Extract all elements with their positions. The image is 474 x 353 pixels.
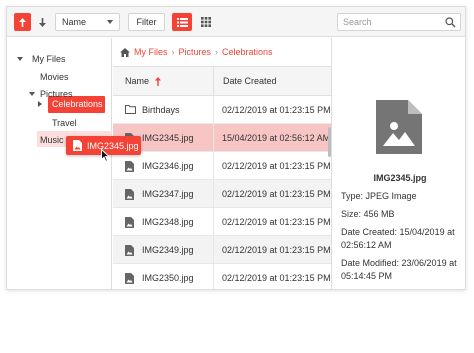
search-input[interactable] [338,14,438,30]
image-file-icon [125,161,134,172]
search-icon[interactable] [445,17,456,28]
preview-file-name: IMG2345.jpg [373,173,427,183]
tree-node-movies[interactable]: Movies [40,70,69,84]
tree-node-label: Celebrations [52,99,103,109]
file-date: 02/12/2019 at 01:23:15 PM [222,217,331,227]
table-row[interactable]: IMG2350.jpg 02/12/2019 at 01:23:15 PM [113,264,331,289]
preview-type: Type: JPEG Image [341,191,417,201]
file-date: 15/04/2019 at 02:56:12 AM [222,133,331,143]
file-date: 02/12/2019 at 01:23:15 PM [222,161,331,171]
filter-button-label: Filter [136,17,157,27]
tree-node-label: My Files [32,54,66,64]
tree-node-music[interactable]: Music [40,133,64,147]
mouse-cursor-icon [101,149,110,162]
tree-node-label: Movies [40,72,69,82]
sort-field-dropdown[interactable]: Name [55,13,120,31]
sort-descending-button[interactable] [34,13,51,31]
column-divider[interactable] [213,67,214,96]
table-row[interactable]: IMG2347.jpg 02/12/2019 at 01:23:15 PM [113,180,331,208]
column-divider [213,124,214,152]
chevron-down-icon[interactable] [17,57,23,61]
thumbnails-view-button[interactable] [196,13,216,31]
file-date: 02/12/2019 at 01:23:15 PM [222,273,331,283]
file-date: 02/12/2019 at 01:23:15 PM [222,189,331,199]
search-box[interactable] [337,13,461,31]
file-name: Birthdays [142,105,180,115]
file-name: IMG2348.jpg [142,217,194,227]
breadcrumb-item[interactable]: My Files [134,47,168,57]
image-file-icon [73,140,82,151]
grid-view-icon [201,17,211,27]
arrow-down-icon [39,17,46,27]
tree-node-label: Music [40,135,64,145]
tree-node-travel[interactable]: Travel [52,116,77,130]
column-header-name[interactable]: Name [125,67,149,96]
tree-node-my-files[interactable]: My Files [17,52,107,66]
sort-ascending-button[interactable] [14,13,31,31]
file-name: IMG2347.jpg [142,189,194,199]
chevron-right-icon[interactable] [38,101,42,107]
tree-node-celebrations[interactable]: Celebrations [38,97,108,111]
file-grid: Name Date Created Birthdays 02/12/2019 a… [113,66,331,289]
toolbar: Name Filter [7,7,465,37]
tree-node-label: Travel [52,118,77,128]
preview-size: Size: 456 MB [341,209,395,219]
home-icon[interactable] [120,47,130,57]
folder-icon [125,105,136,114]
column-divider [213,152,214,180]
file-date: 02/12/2019 at 01:23:15 PM [222,245,331,255]
image-file-icon [125,273,134,284]
file-name: IMG2350.jpg [142,273,194,283]
column-header-date[interactable]: Date Created [223,67,277,96]
breadcrumb-item[interactable]: Celebrations [222,47,273,57]
table-row[interactable]: IMG2348.jpg 02/12/2019 at 01:23:15 PM [113,208,331,236]
chevron-down-icon [107,20,113,24]
image-file-icon [125,245,134,256]
chevron-down-icon[interactable] [29,92,35,96]
sort-field-value: Name [62,17,87,27]
file-name: IMG2349.jpg [142,245,194,255]
file-date: 02/12/2019 at 01:23:15 PM [222,105,331,115]
breadcrumb: My Files › Pictures › Celebrations [113,38,331,66]
preview-modified-line-1: Date Modified: 23/06/2019 at [341,258,457,268]
file-name: IMG2346.jpg [142,161,194,171]
breadcrumb-item[interactable]: Pictures [179,47,212,57]
chevron-right-icon: › [171,47,175,57]
column-divider [213,208,214,236]
arrow-up-icon [19,17,26,27]
image-file-large-icon [376,100,422,154]
list-view-icon [176,17,188,27]
folder-tree: My Files Movies Pictures Celebrations Tr… [7,38,112,289]
table-row[interactable]: IMG2349.jpg 02/12/2019 at 01:23:15 PM [113,236,331,264]
file-name: IMG2345.jpg [142,133,194,143]
column-divider [213,264,214,289]
filter-button[interactable]: Filter [128,13,165,31]
image-file-icon [125,217,134,228]
preview-modified-line-2: 05:14:45 PM [341,271,393,281]
chevron-right-icon: › [215,47,219,57]
column-divider [213,236,214,264]
file-manager: Name Filter Search My Files Movies Pictu… [6,6,466,290]
table-row-selected[interactable]: IMG2345.jpg 15/04/2019 at 02:56:12 AM [113,124,331,152]
preview-created-line-1: Date Created: 15/04/2019 at [341,227,455,237]
preview-created-line-2: 02:56:12 AM [341,240,392,250]
grid-header: Name Date Created [113,67,331,96]
sort-arrow-up-icon [155,77,161,86]
drag-ghost-label: IMG2345.jpg [87,140,139,151]
table-row[interactable]: IMG2346.jpg 02/12/2019 at 01:23:15 PM [113,152,331,180]
details-panel: IMG2345.jpg Type: JPEG Image Size: 456 M… [331,38,465,289]
column-divider [213,180,214,208]
details-view-button[interactable] [172,13,192,31]
file-list-panel: My Files › Pictures › Celebrations Name … [113,38,331,289]
image-file-icon [125,189,134,200]
column-divider [213,96,214,124]
table-row[interactable]: Birthdays 02/12/2019 at 01:23:15 PM [113,96,331,124]
